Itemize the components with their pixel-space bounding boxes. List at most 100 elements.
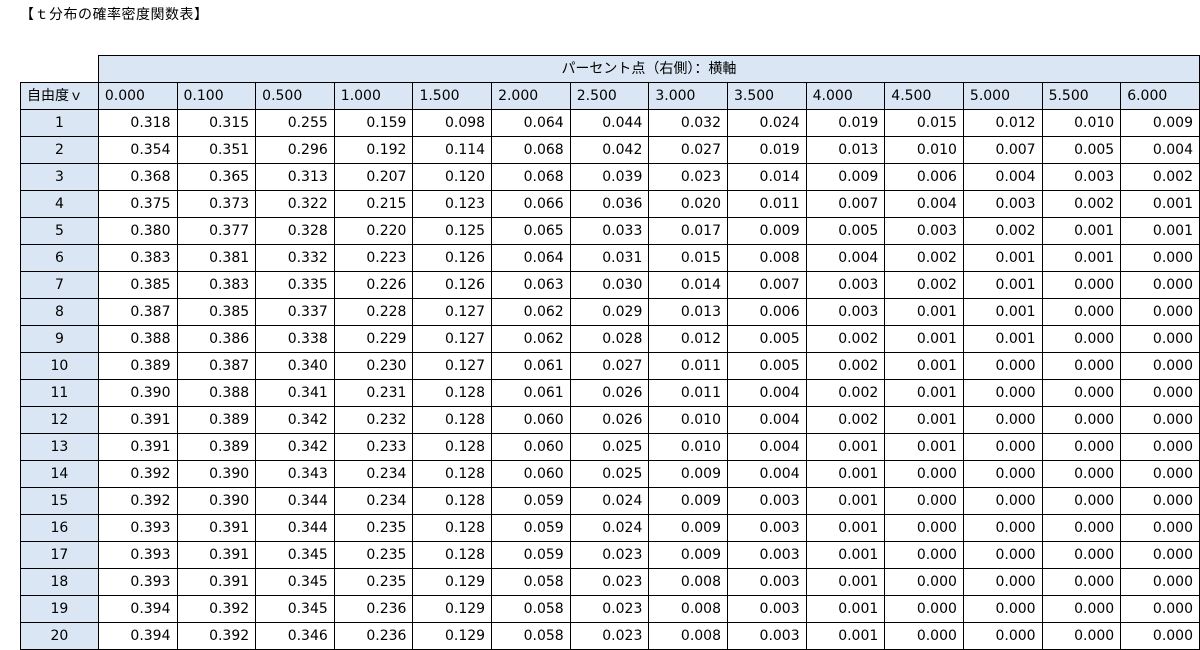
column-header: 4.500	[884, 82, 964, 110]
table-cell: 0.232	[333, 406, 414, 434]
table-cell: 0.391	[176, 514, 257, 542]
table-cell: 0.001	[805, 487, 886, 515]
table-row: 9 0.388 0.386 0.338 0.229 0.127 0.062 0.028 0.01…	[20, 325, 1200, 353]
row-header: 10	[20, 352, 99, 380]
table-cell: 0.001	[962, 298, 1043, 326]
table-cell: 0.000	[884, 514, 964, 542]
table-cell: 0.001	[884, 325, 964, 353]
table-cell: 0.391	[97, 406, 178, 434]
table-cell: 0.060	[491, 406, 571, 434]
table-cell: 0.004	[1120, 136, 1200, 164]
table-row: 18 0.393 0.391 0.345 0.235 0.129 0.058 0.023 0.0…	[20, 568, 1200, 596]
table-row: 3 0.368 0.365 0.313 0.207 0.120 0.068 0.039 0.02…	[20, 163, 1200, 191]
table-cell: 0.030	[569, 271, 650, 299]
table-cell: 0.003	[727, 622, 807, 650]
table-cell: 0.000	[962, 379, 1043, 407]
table-cell: 0.009	[648, 460, 728, 488]
table-cell: 0.000	[1041, 514, 1122, 542]
t-distribution-table: パーセント点（右側）：横軸 自由度ｖ 0.000 0.100 0.500 1.000 1…	[20, 55, 1200, 650]
row-header: 6	[20, 244, 99, 272]
table-row: 12 0.391 0.389 0.342 0.232 0.128 0.060 0.026 0.0…	[20, 406, 1200, 434]
table-cell: 0.001	[805, 514, 886, 542]
table-cell: 0.127	[412, 352, 493, 380]
table-cell: 0.009	[648, 487, 728, 515]
table-cell: 0.058	[491, 568, 571, 596]
table-cell: 0.059	[491, 541, 571, 569]
table-cell: 0.393	[97, 541, 178, 569]
table-cell: 0.000	[962, 568, 1043, 596]
table-cell: 0.128	[412, 433, 493, 461]
table-cell: 0.000	[884, 595, 964, 623]
table-cell: 0.000	[1120, 352, 1200, 380]
table-cell: 0.389	[176, 433, 257, 461]
table-cell: 0.129	[412, 568, 493, 596]
table-cell: 0.000	[1120, 514, 1200, 542]
table-cell: 0.296	[255, 136, 335, 164]
table-cell: 0.004	[805, 244, 886, 272]
table-cell: 0.389	[176, 406, 257, 434]
table-cell: 0.027	[648, 136, 728, 164]
table-cell: 0.002	[1041, 190, 1122, 218]
table-cell: 0.025	[569, 460, 650, 488]
row-header: 17	[20, 541, 99, 569]
table-cell: 0.236	[333, 595, 414, 623]
table-cell: 0.129	[412, 595, 493, 623]
table-cell: 0.000	[884, 568, 964, 596]
table-cell: 0.000	[884, 541, 964, 569]
table-cell: 0.098	[412, 109, 493, 137]
table-cell: 0.007	[805, 190, 886, 218]
table-cell: 0.381	[176, 244, 257, 272]
table-cell: 0.226	[333, 271, 414, 299]
table-cell: 0.342	[255, 433, 335, 461]
table-cell: 0.345	[255, 568, 335, 596]
table-cell: 0.231	[333, 379, 414, 407]
table-cell: 0.006	[727, 298, 807, 326]
table-cell: 0.001	[962, 325, 1043, 353]
table-cell: 0.388	[97, 325, 178, 353]
table-cell: 0.000	[1120, 406, 1200, 434]
table-cell: 0.380	[97, 217, 178, 245]
table-cell: 0.001	[884, 298, 964, 326]
table-cell: 0.000	[1041, 622, 1122, 650]
table-cell: 0.061	[491, 352, 571, 380]
table-cell: 0.059	[491, 514, 571, 542]
table-cell: 0.390	[97, 379, 178, 407]
table-row: 14 0.392 0.390 0.343 0.234 0.128 0.060 0.025 0.0…	[20, 460, 1200, 488]
table-cell: 0.003	[884, 217, 964, 245]
column-header: 3.500	[727, 82, 807, 110]
table-cell: 0.338	[255, 325, 335, 353]
table-cell: 0.000	[1041, 541, 1122, 569]
column-header: 0.100	[176, 82, 257, 110]
column-header: 1.000	[333, 82, 414, 110]
table-cell: 0.322	[255, 190, 335, 218]
header-span-row: パーセント点（右側）：横軸	[20, 55, 1200, 83]
table-cell: 0.060	[491, 433, 571, 461]
table-cell: 0.004	[727, 379, 807, 407]
table-cell: 0.027	[569, 352, 650, 380]
row-header: 2	[20, 136, 99, 164]
table-cell: 0.223	[333, 244, 414, 272]
table-cell: 0.001	[884, 352, 964, 380]
column-header: 2.500	[569, 82, 650, 110]
row-header: 14	[20, 460, 99, 488]
table-cell: 0.342	[255, 406, 335, 434]
table-cell: 0.002	[805, 379, 886, 407]
table-cell: 0.003	[962, 190, 1043, 218]
table-cell: 0.129	[412, 622, 493, 650]
table-cell: 0.023	[569, 622, 650, 650]
table-cell: 0.000	[962, 595, 1043, 623]
table-cell: 0.328	[255, 217, 335, 245]
table-cell: 0.000	[1041, 352, 1122, 380]
table-cell: 0.391	[176, 541, 257, 569]
table-cell: 0.028	[569, 325, 650, 353]
table-cell: 0.000	[1041, 298, 1122, 326]
table-cell: 0.341	[255, 379, 335, 407]
table-cell: 0.004	[727, 433, 807, 461]
table-cell: 0.000	[1041, 325, 1122, 353]
table-cell: 0.004	[962, 163, 1043, 191]
table-cell: 0.235	[333, 568, 414, 596]
table-cell: 0.010	[1041, 109, 1122, 137]
table-cell: 0.345	[255, 595, 335, 623]
table-cell: 0.009	[648, 514, 728, 542]
row-header: 18	[20, 568, 99, 596]
